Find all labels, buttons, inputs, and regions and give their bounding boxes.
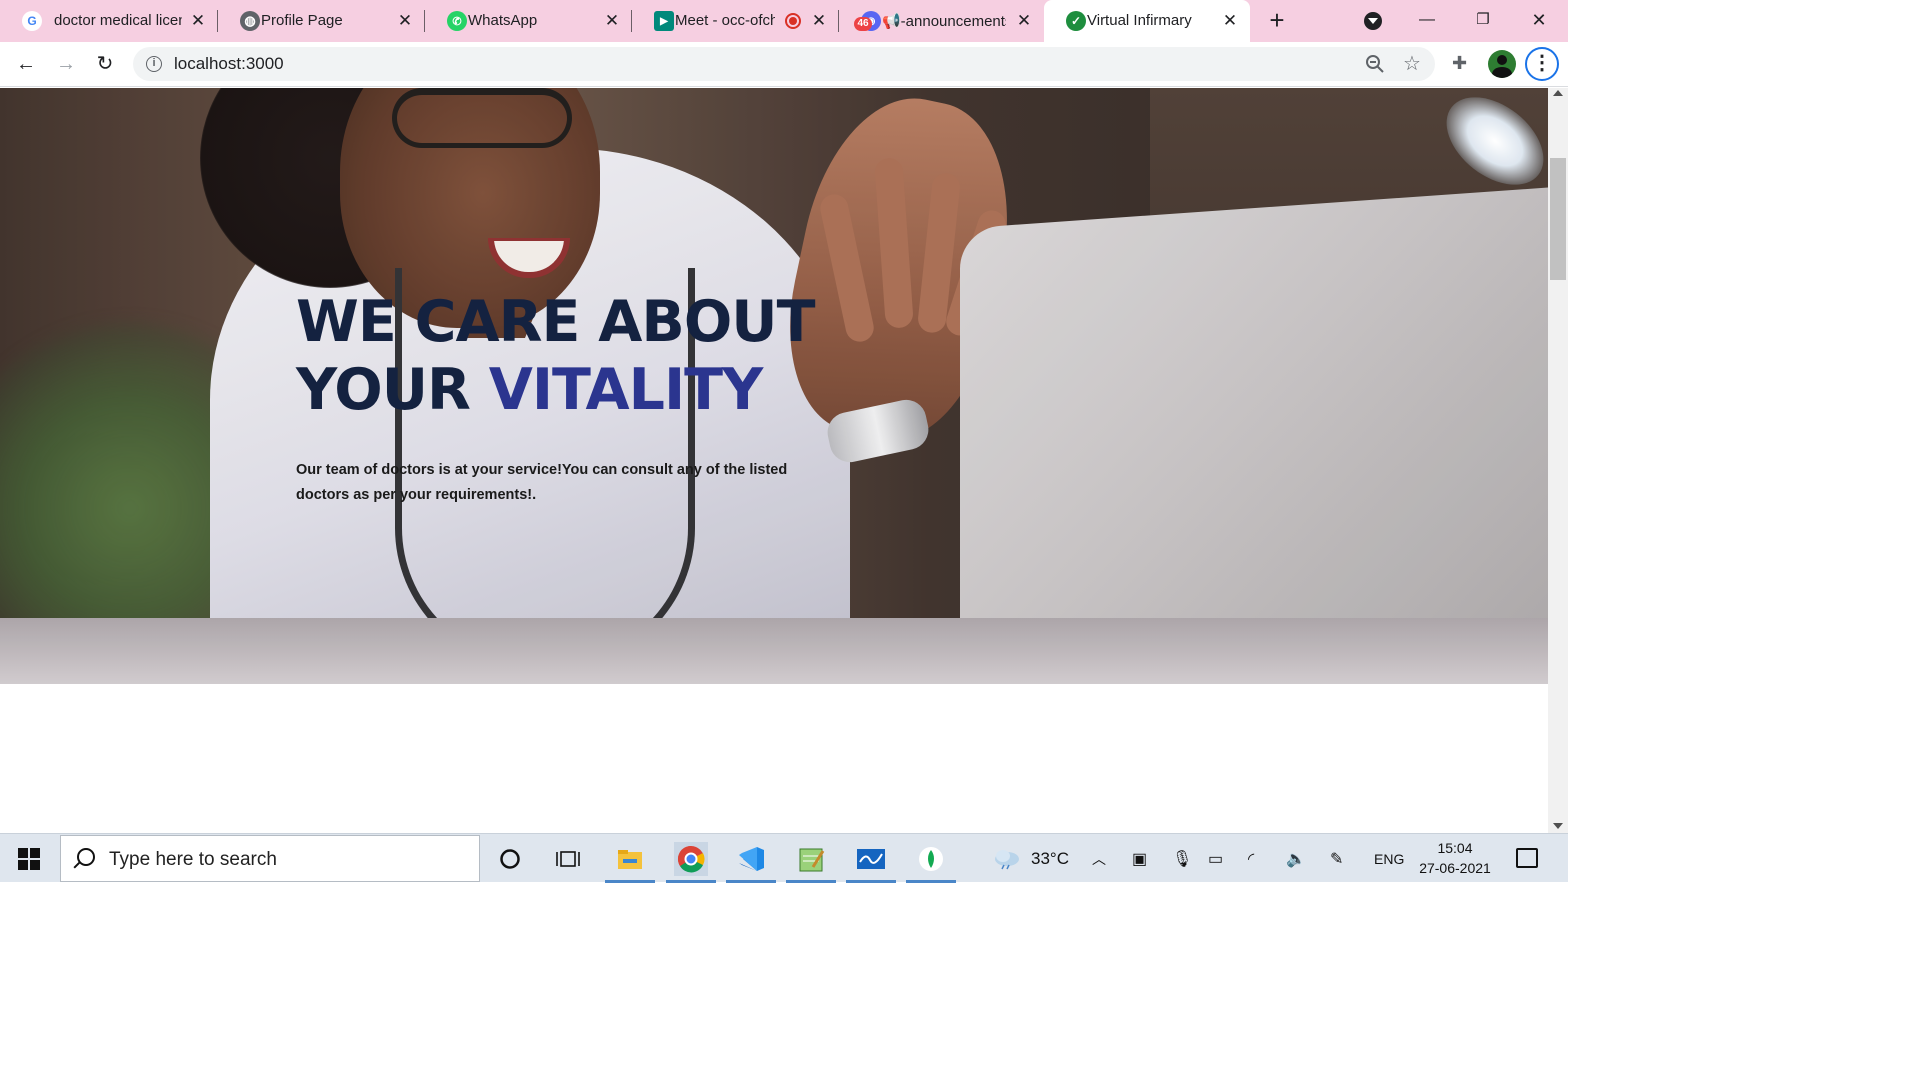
hero-title-line1: WE CARE ABOUT	[296, 289, 815, 355]
clock-date: 27-06-2021	[1419, 860, 1491, 876]
cortana-icon[interactable]	[493, 842, 527, 876]
window-close-icon[interactable]: ✕	[1524, 6, 1554, 34]
vscode-icon[interactable]	[726, 842, 776, 883]
taskbar-search-box[interactable]: Type here to search	[60, 835, 480, 882]
hero-title-line2-prefix: YOUR	[296, 357, 471, 423]
wifi-icon[interactable]: ◜	[1248, 849, 1254, 869]
weather-temperature[interactable]: 33°C	[1031, 849, 1069, 869]
taskbar-search-placeholder: Type here to search	[109, 849, 277, 870]
whiteboard-icon[interactable]	[846, 842, 896, 883]
restore-icon[interactable]: ❐	[1468, 6, 1498, 34]
notepad-icon[interactable]	[786, 842, 836, 883]
scroll-down-arrow-icon[interactable]	[1553, 823, 1563, 829]
mongodb-icon[interactable]	[906, 842, 956, 883]
hero-description: Our team of doctors is at your service!Y…	[296, 462, 788, 503]
pen-icon[interactable]: ✎	[1330, 849, 1343, 869]
microphone-icon[interactable]: 🎙	[1172, 849, 1192, 869]
globe-icon: ◍	[240, 11, 260, 31]
search-icon	[77, 848, 95, 866]
tab-title: Virtual Infirmary	[1087, 12, 1192, 29]
address-bar[interactable]: i localhost:3000 ☆	[133, 47, 1435, 81]
hero-section: WE CARE ABOUT YOUR VITALITY Our team of …	[0, 88, 1548, 684]
tab-virtual-infirmary[interactable]: ✓ Virtual Infirmary ✕	[1044, 0, 1250, 42]
check-circle-icon: ✓	[1066, 11, 1086, 31]
tab-title: Meet - occ-ofch	[675, 12, 775, 29]
page-viewport: WE CARE ABOUT YOUR VITALITY Our team of …	[0, 88, 1548, 833]
battery-icon[interactable]: ▭	[1208, 849, 1223, 869]
scroll-thumb[interactable]	[1550, 158, 1566, 280]
close-tab-icon[interactable]: ✕	[809, 11, 829, 31]
weather-icon[interactable]	[992, 846, 1022, 875]
tab-announcements[interactable]: ◉ 46 📢-announcements ✕	[839, 0, 1044, 42]
tab-google-meet[interactable]: ▶ Meet - occ-ofch ✕	[632, 0, 839, 42]
google-icon: G	[22, 11, 42, 31]
browser-toolbar: ← → ↻ i localhost:3000 ☆ ✚ ⋮	[0, 42, 1568, 87]
tab-search-icon[interactable]	[1364, 12, 1382, 30]
windows-start-icon[interactable]	[18, 848, 40, 870]
close-tab-icon[interactable]: ✕	[395, 11, 415, 31]
notification-badge: 46	[854, 17, 872, 31]
scroll-up-arrow-icon[interactable]	[1553, 90, 1563, 96]
close-tab-icon[interactable]: ✕	[188, 11, 208, 31]
show-hidden-icons-chevron-icon[interactable]: ︿	[1092, 849, 1106, 869]
hero-content: WE CARE ABOUT YOUR VITALITY Our team of …	[296, 288, 856, 508]
minimize-icon[interactable]: —	[1412, 6, 1442, 34]
page-scrollbar[interactable]	[1548, 88, 1568, 833]
url-text[interactable]: localhost:3000	[174, 54, 284, 74]
notification-center-icon[interactable]	[1516, 848, 1538, 868]
taskbar-clock[interactable]: 15:04 27-06-2021	[1414, 838, 1496, 878]
clock-time: 15:04	[1437, 840, 1473, 856]
windows-taskbar: Type here to search 33°C ︿ ▣ 🎙 ▭ ◜ 🔈 ✎ E…	[0, 833, 1568, 883]
reload-icon[interactable]: ↻	[91, 50, 119, 78]
extensions-puzzle-icon[interactable]: ✚	[1452, 53, 1467, 74]
file-explorer-icon[interactable]	[605, 842, 655, 883]
recording-icon	[785, 13, 801, 29]
site-info-icon[interactable]: i	[146, 56, 162, 72]
hero-title-accent: VITALITY	[488, 357, 764, 423]
close-tab-icon[interactable]: ✕	[1014, 11, 1034, 31]
hero-title: WE CARE ABOUT YOUR VITALITY	[296, 288, 856, 424]
tab-title: WhatsApp	[468, 12, 538, 29]
volume-icon[interactable]: 🔈	[1286, 849, 1306, 869]
tab-strip: G doctor medical licen ✕ ◍ Profile Page …	[0, 0, 1568, 42]
tab-whatsapp[interactable]: ✆ WhatsApp ✕	[425, 0, 632, 42]
new-tab-button[interactable]: +	[1264, 7, 1290, 34]
whatsapp-icon: ✆	[447, 11, 467, 31]
bookmark-star-icon[interactable]: ☆	[1403, 51, 1421, 76]
google-meet-icon: ▶	[654, 11, 674, 31]
tab-doctor-medical-license[interactable]: G doctor medical licen ✕	[0, 0, 218, 42]
tab-title: Profile Page	[261, 12, 343, 29]
back-arrow-icon[interactable]: ←	[12, 50, 40, 78]
meet-now-icon[interactable]: ▣	[1132, 849, 1147, 869]
chrome-icon[interactable]	[666, 842, 716, 883]
close-tab-icon[interactable]: ✕	[602, 11, 622, 31]
task-view-icon[interactable]	[551, 842, 585, 876]
forward-arrow-icon[interactable]: →	[52, 50, 80, 78]
close-tab-icon[interactable]: ✕	[1220, 11, 1240, 31]
profile-avatar[interactable]	[1488, 50, 1516, 78]
tab-title: doctor medical licen	[54, 12, 182, 29]
browser-menu-icon[interactable]: ⋮	[1525, 47, 1559, 81]
tab-profile-page[interactable]: ◍ Profile Page ✕	[218, 0, 425, 42]
tab-title: 📢-announcements	[882, 13, 1006, 30]
language-indicator[interactable]: ENG	[1374, 851, 1404, 867]
zoom-icon[interactable]	[1365, 54, 1385, 74]
